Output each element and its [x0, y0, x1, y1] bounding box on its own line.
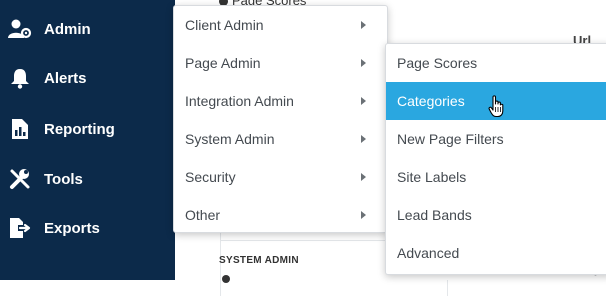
menu-item-security[interactable]: Security	[174, 158, 387, 196]
admin-menu: Client Admin Page Admin Integration Admi…	[173, 5, 388, 233]
sidebar-item-label: Alerts	[44, 69, 87, 87]
chevron-right-icon	[361, 211, 366, 219]
chevron-right-icon	[361, 21, 366, 29]
sidebar-item-tools[interactable]: Tools	[0, 159, 175, 199]
chevron-right-icon	[361, 135, 366, 143]
submenu-item-advanced[interactable]: Advanced	[386, 234, 606, 272]
menu-item-client-admin[interactable]: Client Admin	[174, 6, 387, 44]
menu-item-integration-admin[interactable]: Integration Admin	[174, 82, 387, 120]
sidebar-item-label: Reporting	[44, 120, 115, 138]
submenu-item-page-scores[interactable]: Page Scores	[386, 44, 606, 82]
report-icon	[8, 117, 32, 141]
submenu-item-new-page-filters[interactable]: New Page Filters	[386, 120, 606, 158]
menu-item-other[interactable]: Other	[174, 196, 387, 234]
tools-icon	[8, 167, 32, 191]
sidebar-item-alerts[interactable]: Alerts	[0, 58, 175, 98]
page-admin-submenu: Page Scores Categories New Page Filters …	[385, 43, 606, 275]
bullet-icon	[222, 275, 230, 283]
export-icon	[8, 216, 32, 240]
system-admin-heading: SYSTEM ADMIN	[219, 255, 299, 266]
sidebar-item-label: Exports	[44, 219, 100, 237]
sidebar-item-label: Admin	[44, 20, 91, 38]
submenu-item-site-labels[interactable]: Site Labels	[386, 158, 606, 196]
sidebar-item-reporting[interactable]: Reporting	[0, 109, 175, 149]
hand-pointer-icon	[488, 94, 506, 118]
sidebar: Admin Alerts Reporting Tools Exports	[0, 0, 175, 280]
sidebar-item-exports[interactable]: Exports	[0, 208, 175, 248]
sidebar-item-label: Tools	[44, 170, 83, 188]
user-gear-icon	[8, 17, 32, 41]
menu-item-system-admin[interactable]: System Admin	[174, 120, 387, 158]
chevron-right-icon	[361, 173, 366, 181]
chevron-right-icon	[361, 97, 366, 105]
submenu-item-lead-bands[interactable]: Lead Bands	[386, 196, 606, 234]
chevron-right-icon	[361, 59, 366, 67]
bell-icon	[8, 66, 32, 90]
sidebar-item-admin[interactable]: Admin	[0, 9, 175, 49]
menu-item-page-admin[interactable]: Page Admin	[174, 44, 387, 82]
